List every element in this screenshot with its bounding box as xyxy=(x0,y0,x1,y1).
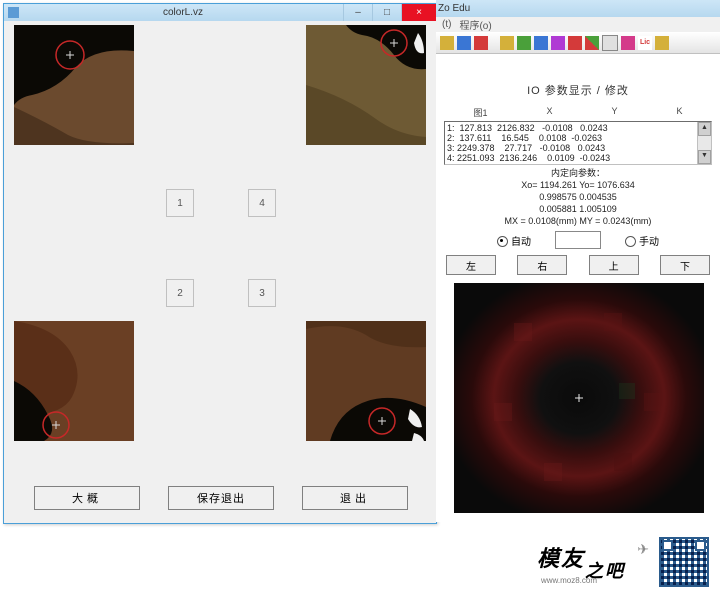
toolbar-icon-7[interactable] xyxy=(551,36,565,50)
zoedu-title-bar[interactable]: Zo Edu xyxy=(436,0,720,17)
toolbar-icon-6[interactable] xyxy=(534,36,548,50)
toolbar: Lic xyxy=(436,32,720,54)
close-button[interactable]: × xyxy=(401,4,436,21)
fiducial-view-4[interactable] xyxy=(306,25,426,145)
exit-button[interactable]: 退出 xyxy=(302,486,408,510)
toolbar-icon-9[interactable] xyxy=(585,36,599,50)
col-header-2: X xyxy=(546,106,552,119)
window-controls: – □ × xyxy=(343,4,436,21)
preview-image[interactable] xyxy=(454,283,702,513)
col-header-1: 图1 xyxy=(473,106,487,119)
menu-bar[interactable]: (t) 程序(o) xyxy=(436,17,720,32)
menu-item-1[interactable]: (t) xyxy=(442,19,451,30)
fiducial-view-2[interactable] xyxy=(14,321,134,441)
radio-icon xyxy=(625,236,636,247)
table-scrollbar[interactable]: ▲ ▼ xyxy=(697,122,711,164)
up-button[interactable]: 上 xyxy=(589,255,639,275)
auto-radio[interactable]: 自动 xyxy=(497,233,531,248)
minimize-button[interactable]: – xyxy=(343,4,372,21)
toolbar-icon-2[interactable] xyxy=(457,36,471,50)
brand-url: www.moz8.com xyxy=(541,576,597,585)
toolbar-icon-11[interactable] xyxy=(621,36,635,50)
toolbar-icon-10[interactable] xyxy=(602,35,618,51)
fiducial-view-1[interactable] xyxy=(14,25,134,145)
brand-text-1: 模友 xyxy=(537,541,585,573)
table-row: 1: 127.813 2126.832 -0.0108 0.0243 xyxy=(447,123,705,133)
col-header-4: K xyxy=(676,106,682,119)
outline-button[interactable]: 大概 xyxy=(34,486,140,510)
info-line-3: 0.998575 0.004535 xyxy=(444,191,712,203)
left-button[interactable]: 左 xyxy=(446,255,496,275)
quadrant-button-2[interactable]: 2 xyxy=(166,279,194,307)
direction-row: 左 右 上 下 xyxy=(444,255,712,275)
toolbar-icon-4[interactable] xyxy=(500,36,514,50)
save-exit-button[interactable]: 保存退出 xyxy=(168,486,274,510)
table-row: 2: 137.611 16.545 0.0108 -0.0263 xyxy=(447,133,705,143)
qr-code xyxy=(659,537,709,587)
info-line-1: 内定向参数： xyxy=(444,167,712,179)
fiducial-view-3[interactable] xyxy=(306,321,426,441)
toolbar-icon-3[interactable] xyxy=(474,36,488,50)
zoedu-window: Zo Edu (t) 程序(o) Lic IO 参数显示 / 修改 图1 X Y… xyxy=(436,0,720,522)
zoedu-title-text: Zo Edu xyxy=(438,3,470,14)
client-area: 1 4 2 3 大概 保存退出 退出 xyxy=(4,21,436,522)
toolbar-icon-12[interactable] xyxy=(655,36,669,50)
manual-radio[interactable]: 手动 xyxy=(625,233,659,248)
brand-logo: 模友 ✈ 之吧 www.moz8.com xyxy=(535,539,649,585)
radio-selected-icon xyxy=(497,236,508,247)
table-row: 3: 2249.378 27.717 -0.0108 0.0243 xyxy=(447,143,705,153)
scroll-up-icon[interactable]: ▲ xyxy=(698,122,711,136)
table-header: 图1 X Y K xyxy=(444,106,712,119)
quadrant-button-4[interactable]: 4 xyxy=(248,189,276,217)
maximize-button[interactable]: □ xyxy=(372,4,401,21)
colorl-window: colorL.vz – □ × xyxy=(3,3,437,524)
info-line-4: 0.005881 1.005109 xyxy=(444,203,712,215)
menu-item-2[interactable]: 程序(o) xyxy=(459,17,491,32)
panel-title: IO 参数显示 / 修改 xyxy=(444,82,712,98)
info-line-2: Xo= 1194.261 Yo= 1076.634 xyxy=(444,179,712,191)
mode-row: 自动 手动 xyxy=(444,231,712,249)
data-table[interactable]: 1: 127.813 2126.832 -0.0108 0.0243 2: 13… xyxy=(444,121,712,165)
toolbar-icon-8[interactable] xyxy=(568,36,582,50)
plane-icon: ✈ xyxy=(637,541,649,558)
page-footer: 模友 ✈ 之吧 www.moz8.com xyxy=(0,530,723,594)
scroll-down-icon[interactable]: ▼ xyxy=(698,150,711,164)
io-parameters-panel: IO 参数显示 / 修改 图1 X Y K 1: 127.813 2126.83… xyxy=(436,54,720,513)
down-button[interactable]: 下 xyxy=(660,255,710,275)
orientation-info: 内定向参数： Xo= 1194.261 Yo= 1076.634 0.99857… xyxy=(444,167,712,227)
title-bar[interactable]: colorL.vz – □ × xyxy=(4,4,436,21)
col-header-3: Y xyxy=(611,106,617,119)
toolbar-icon-5[interactable] xyxy=(517,36,531,50)
right-button[interactable]: 右 xyxy=(517,255,567,275)
info-line-5: MX = 0.0108(mm) MY = 0.0243(mm) xyxy=(444,215,712,227)
toolbar-icon-lic[interactable]: Lic xyxy=(638,36,652,50)
window-title: colorL.vz xyxy=(23,7,343,18)
mode-input[interactable] xyxy=(555,231,601,249)
quadrant-button-3[interactable]: 3 xyxy=(248,279,276,307)
toolbar-icon-1[interactable] xyxy=(440,36,454,50)
app-icon xyxy=(8,7,19,18)
table-row: 4: 2251.093 2136.246 0.0109 -0.0243 xyxy=(447,153,705,163)
quadrant-button-1[interactable]: 1 xyxy=(166,189,194,217)
